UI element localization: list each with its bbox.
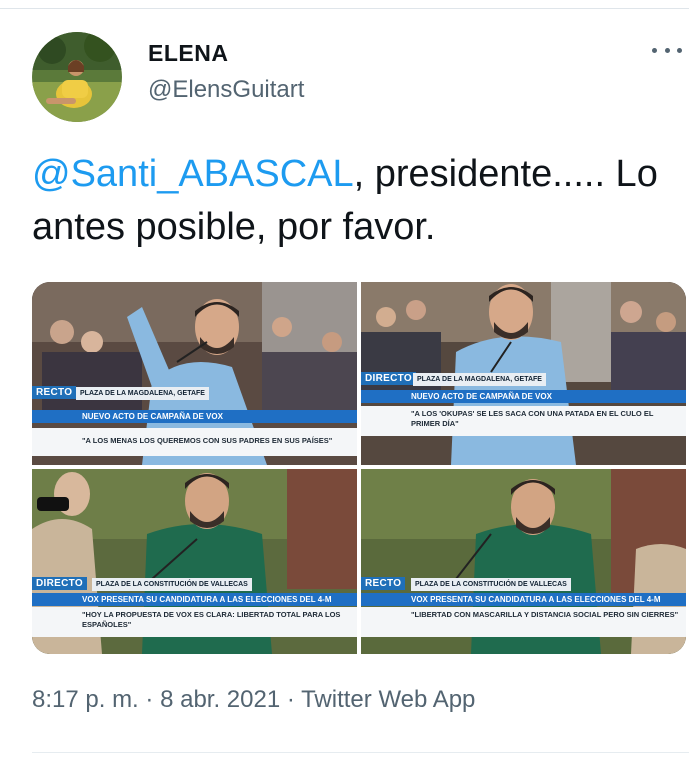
tweet-date[interactable]: 8 abr. 2021 [160, 686, 280, 713]
tweet-metadata: 8:17 p. m. · 8 abr. 2021 · Twitter Web A… [32, 686, 475, 714]
headline-bar: NUEVO ACTO DE CAMPAÑA DE VOX [32, 410, 357, 423]
media-grid: RECTO PLAZA DE LA MAGDALENA, GETAFE NUEV… [32, 282, 686, 654]
media-photo[interactable]: DIRECTO PLAZA DE LA CONSTITUCIÓN DE VALL… [32, 469, 357, 654]
live-tag: RECTO [361, 577, 406, 590]
tweet-time[interactable]: 8:17 p. m. [32, 686, 139, 713]
quote-bar: "HOY LA PROPUESTA DE VOX ES CLARA: LIBER… [32, 607, 357, 637]
dot [652, 47, 657, 53]
media-photo[interactable]: RECTO PLAZA DE LA CONSTITUCIÓN DE VALLEC… [361, 469, 686, 654]
quote-bar: "LIBERTAD CON MASCARILLA Y DISTANCIA SOC… [361, 607, 686, 637]
separator: · [286, 686, 295, 713]
author-display-name[interactable]: ELENA [148, 40, 228, 67]
dot [664, 47, 670, 53]
tv-lower-third: DIRECTO PLAZA DE LA CONSTITUCIÓN DE VALL… [32, 575, 357, 654]
top-divider [0, 8, 689, 9]
media-photo[interactable]: RECTO PLAZA DE LA MAGDALENA, GETAFE NUEV… [32, 282, 357, 465]
author-handle[interactable]: @ElensGuitart [148, 76, 304, 104]
quote-bar: "A LOS MENAS LOS QUEREMOS CON SUS PADRES… [32, 428, 357, 456]
headline-bar: NUEVO ACTO DE CAMPAÑA DE VOX [361, 390, 686, 403]
tv-lower-third: RECTO PLAZA DE LA CONSTITUCIÓN DE VALLEC… [361, 575, 686, 654]
tv-lower-third: RECTO PLAZA DE LA MAGDALENA, GETAFE NUEV… [32, 384, 357, 465]
tweet-text: @Santi_ABASCAL, presidente..... Lo antes… [32, 148, 672, 254]
mention-link[interactable]: @Santi_ABASCAL [32, 153, 354, 195]
live-tag: DIRECTO [361, 372, 416, 385]
live-tag: DIRECTO [32, 577, 87, 590]
location-tag: PLAZA DE LA MAGDALENA, GETAFE [76, 387, 209, 400]
headline-bar: VOX PRESENTA SU CANDIDATURA A LAS ELECCI… [361, 593, 686, 606]
location-tag: PLAZA DE LA CONSTITUCIÓN DE VALLECAS [92, 578, 252, 591]
avatar[interactable] [32, 32, 122, 122]
more-options-icon[interactable] [652, 38, 682, 62]
headline-bar: VOX PRESENTA SU CANDIDATURA A LAS ELECCI… [32, 593, 357, 606]
media-photo[interactable]: DIRECTO PLAZA DE LA MAGDALENA, GETAFE NU… [361, 282, 686, 465]
location-tag: PLAZA DE LA MAGDALENA, GETAFE [413, 373, 546, 386]
tweet-source[interactable]: Twitter Web App [301, 686, 475, 713]
tv-lower-third: DIRECTO PLAZA DE LA MAGDALENA, GETAFE NU… [361, 370, 686, 465]
dot [677, 47, 682, 53]
location-tag: PLAZA DE LA CONSTITUCIÓN DE VALLECAS [411, 578, 571, 591]
quote-bar: "A LOS 'OKUPAS' SE LES SACA CON UNA PATA… [361, 406, 686, 436]
live-tag: RECTO [32, 386, 77, 399]
avatar-image [32, 32, 122, 122]
separator: · [145, 686, 154, 713]
bottom-divider [32, 752, 689, 753]
